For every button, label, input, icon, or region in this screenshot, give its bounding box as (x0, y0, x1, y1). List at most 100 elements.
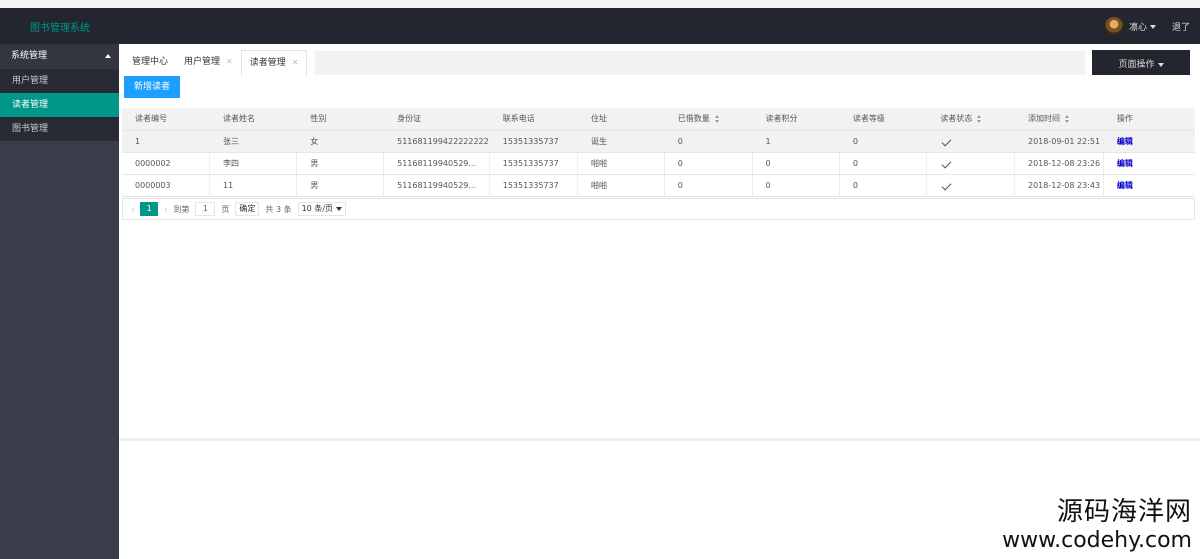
app-header: 图书管理系统 凛心 退了 (0, 8, 1200, 44)
chevron-down-icon (1157, 62, 1164, 67)
tab-label: 管理中心 (132, 57, 169, 67)
cell-gender: 女 (296, 130, 384, 153)
logout-link[interactable]: 退了 (1172, 20, 1190, 33)
cell-id-card: 51168119940529... (383, 174, 490, 197)
sidebar-item-users[interactable]: 用户管理 (0, 69, 119, 93)
chevron-down-icon (1149, 25, 1156, 29)
col-address: 住址 (577, 108, 665, 131)
cell-added: 2018-09-01 22:51 (1013, 130, 1104, 153)
check-icon (941, 158, 952, 168)
watermark-url: www.codehy.com (1002, 528, 1192, 553)
pagination: ‹ 1 › 到第 1 页 确定 共 3 条 10 条/页 (122, 198, 1195, 220)
check-icon (941, 136, 952, 146)
check-icon (941, 180, 952, 190)
main-content: 新增读者 读者编号 读者姓名 性别 身份证 联系电话 住址 已借数量 读者积分 … (119, 76, 1200, 438)
watermark: 源码海洋网 www.codehy.com (1002, 491, 1192, 553)
cell-name: 11 (208, 174, 297, 197)
goto-label: 到第 (173, 204, 190, 214)
close-icon[interactable]: ✕ (226, 57, 233, 66)
tab-home[interactable]: 管理中心 (124, 50, 176, 76)
cell-gender: 男 (296, 174, 384, 197)
user-area: 凛心 退了 (1104, 17, 1190, 35)
col-status[interactable]: 读者状态 (926, 108, 1015, 131)
cell-borrowed: 0 (663, 174, 753, 197)
cell-phone: 15351335737 (488, 130, 578, 153)
user-menu[interactable]: 凛心 (1129, 20, 1156, 33)
edit-link[interactable]: 编辑 (1117, 181, 1133, 190)
chevron-down-icon (336, 206, 343, 211)
add-reader-button[interactable]: 新增读者 (124, 76, 180, 98)
goto-confirm-button[interactable]: 确定 (235, 202, 260, 216)
prev-page-button[interactable]: ‹ (131, 205, 134, 214)
table-header-row: 读者编号 读者姓名 性别 身份证 联系电话 住址 已借数量 读者积分 读者等级 … (122, 108, 1195, 131)
readers-table: 读者编号 读者姓名 性别 身份证 联系电话 住址 已借数量 读者积分 读者等级 … (122, 108, 1195, 197)
cell-status (926, 130, 1015, 153)
tabs: 管理中心 用户管理 ✕ 读者管理 ✕ (124, 50, 308, 76)
cell-action: 编辑 (1102, 174, 1195, 197)
sort-icon[interactable] (1064, 114, 1070, 123)
cell-action: 编辑 (1102, 152, 1195, 175)
col-reader-name: 读者姓名 (208, 108, 297, 131)
col-label: 读者状态 (940, 114, 973, 124)
sort-icon[interactable] (977, 114, 982, 123)
cell-id-card: 511681199422222222 (383, 130, 490, 153)
cell-status (926, 174, 1015, 197)
cell-id: 1 (122, 130, 210, 153)
cell-address: 啪啪 (577, 174, 665, 197)
cell-status (926, 152, 1015, 175)
page-unit-label: 页 (221, 204, 230, 214)
col-gender: 性别 (296, 108, 384, 131)
col-reader-id: 读者编号 (122, 108, 210, 131)
edit-link[interactable]: 编辑 (1117, 137, 1133, 146)
sidebar-item-books[interactable]: 图书管理 (0, 117, 119, 141)
table-row[interactable]: 1 张三 女 511681199422222222 15351335737 诞生… (122, 130, 1195, 153)
avatar[interactable] (1104, 17, 1123, 35)
col-added-time[interactable]: 添加时间 (1013, 108, 1104, 131)
col-label: 添加时间 (1027, 114, 1060, 124)
page-operations-button[interactable]: 页面操作 (1092, 50, 1190, 75)
cell-id-card: 51168119940529... (383, 152, 490, 175)
tab-users[interactable]: 用户管理 ✕ (176, 50, 241, 76)
cell-phone: 15351335737 (488, 174, 578, 197)
cell-id: 0000003 (122, 174, 210, 197)
col-actions: 操作 (1102, 108, 1195, 131)
cell-added: 2018-12-08 23:43 (1013, 174, 1104, 197)
cell-gender: 男 (296, 152, 384, 175)
cell-points: 0 (751, 174, 840, 197)
sidebar-item-readers[interactable]: 读者管理 (0, 93, 119, 117)
user-name: 凛心 (1128, 22, 1147, 33)
cell-level: 0 (838, 130, 927, 153)
cell-points: 0 (751, 152, 840, 175)
edit-link[interactable]: 编辑 (1117, 159, 1133, 168)
close-icon[interactable]: ✕ (292, 58, 299, 67)
top-strip (0, 0, 1200, 8)
col-level: 读者等级 (838, 108, 927, 131)
next-page-button[interactable]: › (164, 205, 167, 214)
sidebar: 系统管理 用户管理 读者管理 图书管理 (0, 44, 119, 559)
total-count: 共 3 条 (265, 204, 292, 214)
table-row[interactable]: 0000002 李四 男 51168119940529... 153513357… (122, 152, 1195, 175)
cell-name: 李四 (208, 152, 297, 175)
cell-borrowed: 0 (663, 130, 753, 153)
col-points: 读者积分 (751, 108, 840, 131)
page-size-select[interactable]: 10 条/页 (297, 202, 347, 216)
cell-address: 啪啪 (577, 152, 665, 175)
cell-added: 2018-12-08 23:26 (1013, 152, 1104, 175)
cell-id: 0000002 (122, 152, 210, 175)
tab-readers[interactable]: 读者管理 ✕ (240, 50, 308, 76)
table-row[interactable]: 0000003 11 男 51168119940529... 153513357… (122, 174, 1195, 197)
cell-phone: 15351335737 (488, 152, 578, 175)
col-borrowed[interactable]: 已借数量 (663, 108, 753, 131)
tab-label: 读者管理 (249, 58, 286, 68)
cell-points: 1 (751, 130, 840, 153)
sidebar-group-system[interactable]: 系统管理 (0, 44, 119, 69)
sidebar-group-label: 系统管理 (11, 51, 48, 61)
cell-name: 张三 (208, 130, 297, 153)
cell-address: 诞生 (577, 130, 665, 153)
watermark-title: 源码海洋网 (1056, 497, 1192, 527)
goto-page-input[interactable]: 1 (195, 202, 216, 216)
sort-icon[interactable] (714, 114, 720, 123)
page-1-button[interactable]: 1 (140, 202, 159, 216)
app-logo[interactable]: 图书管理系统 (30, 19, 90, 34)
cell-action: 编辑 (1102, 130, 1195, 153)
